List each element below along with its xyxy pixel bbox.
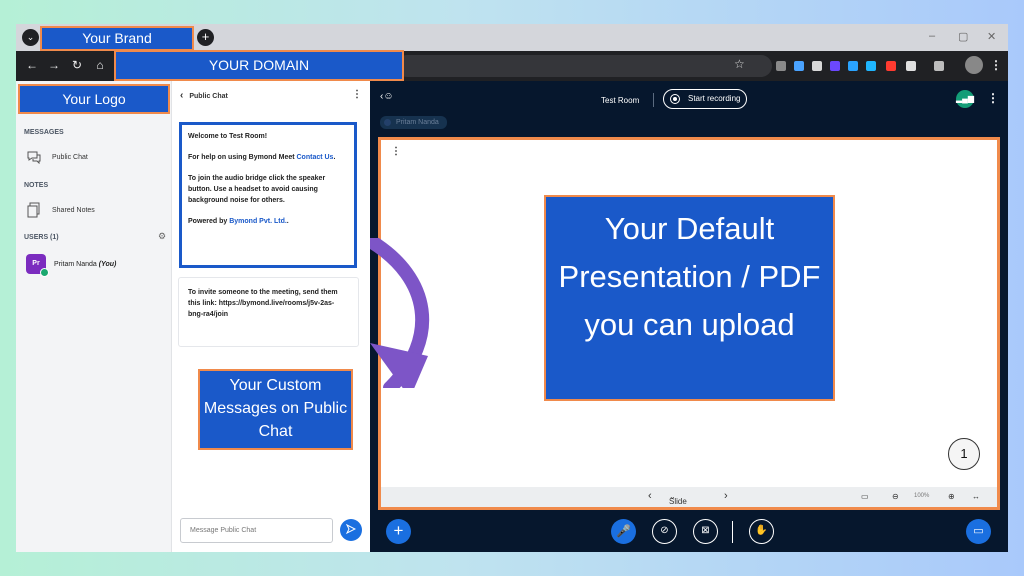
user-list-toggle-icon[interactable]: ‹☺ <box>380 91 394 102</box>
gear-icon[interactable]: ⚙ <box>158 231 166 242</box>
record-icon <box>670 94 680 104</box>
chat-input[interactable]: Message Public Chat <box>180 518 333 543</box>
talker-dot-icon <box>384 119 391 126</box>
chat-header[interactable]: ‹ Public Chat <box>180 90 228 101</box>
presentation-toolbar: ‹ Slide 1 ⌄ › ▭ ⊖ 100% ⊕ ↔ <box>381 487 997 507</box>
powered-link[interactable]: Bymond Pvt. Ltd. <box>229 218 287 225</box>
extension-icon[interactable] <box>906 61 916 71</box>
talker-name: Pritam Nanda <box>396 119 439 126</box>
browser-menu-icon[interactable]: ⋮ <box>988 58 1004 72</box>
presentation-area[interactable]: ⋮ Your Default Presentation / PDF you ca… <box>378 137 1000 510</box>
notes-icon <box>26 202 42 218</box>
talking-indicator: Pritam Nanda <box>380 116 447 129</box>
welcome-prefix: Welcome to <box>188 133 230 140</box>
logo: Your Logo <box>18 84 170 114</box>
reload-icon[interactable]: ↻ <box>69 58 85 72</box>
sidebar-item-public-chat[interactable]: Public Chat <box>26 149 88 165</box>
maximize-icon[interactable]: ▢ <box>958 30 968 43</box>
user-name-text: Pritam Nanda <box>54 261 97 268</box>
extension-icon[interactable] <box>830 61 840 71</box>
shared-notes-label: Shared Notes <box>52 206 95 214</box>
public-chat-label: Public Chat <box>52 153 88 161</box>
url-field[interactable] <box>396 55 772 77</box>
fit-width-icon[interactable]: ↔ <box>972 492 980 501</box>
powered-suffix: . <box>286 218 289 225</box>
user-name[interactable]: Pritam Nanda (You) <box>54 261 116 268</box>
screenshare-button[interactable]: ⊠ <box>693 519 718 544</box>
actions-plus-button[interactable]: + <box>386 519 411 544</box>
extension-icon[interactable] <box>886 61 896 71</box>
close-icon[interactable]: ✕ <box>987 30 996 43</box>
welcome-suffix: ! <box>264 133 268 140</box>
extension-icon[interactable] <box>866 61 876 71</box>
next-slide-icon[interactable]: › <box>724 490 728 502</box>
help-suffix: . <box>333 154 336 161</box>
zoom-out-icon[interactable]: ⊖ <box>892 492 899 501</box>
plus-icon[interactable]: + <box>197 29 214 46</box>
zoom-level: 100% <box>914 493 930 499</box>
raise-hand-button[interactable]: ✋ <box>749 519 774 544</box>
welcome-message: Welcome to Test Room! For help on using … <box>179 122 357 268</box>
meeting-area: ‹☺ Test Room Start recording ▂▄▆ ⋮ Prita… <box>370 81 1008 552</box>
options-menu-icon[interactable]: ⋮ <box>987 91 999 105</box>
connection-status-icon[interactable]: ▂▄▆ <box>956 90 974 108</box>
browser-window: ⌄ Your Brand + – ▢ ✕ ← → ↻ ⌂ ☆ ⋮ YOUR DO… <box>16 24 1008 552</box>
back-icon[interactable]: ← <box>24 58 40 72</box>
header-divider <box>653 93 654 107</box>
start-recording-button[interactable]: Start recording <box>663 89 747 109</box>
camera-button[interactable]: ⊘ <box>652 519 677 544</box>
notes-heading: NOTES <box>24 182 49 189</box>
extension-icon[interactable] <box>848 61 858 71</box>
zoom-in-icon[interactable]: ⊕ <box>948 492 955 501</box>
room-name: Test Room <box>601 96 640 105</box>
you-label: (You) <box>98 261 117 268</box>
forward-icon[interactable]: → <box>46 58 62 72</box>
domain-box: YOUR DOMAIN <box>114 50 404 81</box>
chat-options-icon[interactable]: ⋮ <box>352 89 362 100</box>
users-heading: USERS (1) <box>24 234 59 241</box>
custom-messages-box: Your Custom Messages on Public Chat <box>198 369 353 450</box>
chat-panel: ‹ Public Chat ⋮ Welcome to Test Room! For… <box>172 81 370 552</box>
audio-text: To join the audio bridge click the speak… <box>188 175 326 204</box>
avatar[interactable]: Pr <box>26 254 49 277</box>
presentation-options-icon[interactable]: ⋮ <box>391 146 401 157</box>
contact-us-link[interactable]: Contact Us <box>297 154 334 161</box>
record-label: Start recording <box>688 94 741 103</box>
home-icon[interactable]: ⌂ <box>92 58 108 72</box>
brand-tab[interactable]: Your Brand <box>40 26 194 51</box>
extension-icon[interactable] <box>812 61 822 71</box>
messages-heading: MESSAGES <box>24 129 64 136</box>
prev-slide-icon[interactable]: ‹ <box>648 490 652 502</box>
extension-icon[interactable] <box>776 61 786 71</box>
send-icon <box>345 524 357 535</box>
bookmark-star-icon[interactable]: ☆ <box>734 57 745 71</box>
default-presentation-box: Your Default Presentation / PDF you can … <box>544 195 835 401</box>
slide-selector-label: Slide 1 <box>669 497 687 507</box>
chat-bubble-icon <box>26 149 42 165</box>
help-text: For help on using Bymond Meet <box>188 154 297 161</box>
tab-strip: ⌄ Your Brand + – ▢ ✕ <box>16 24 1008 51</box>
welcome-room: Test Room <box>229 133 265 140</box>
extension-icon[interactable] <box>794 61 804 71</box>
sidebar: Your Logo MESSAGES Public Chat NOTES Sha… <box>16 81 172 552</box>
chevron-down-icon[interactable]: ⌄ <box>22 29 39 46</box>
presence-icon <box>40 268 49 277</box>
layout-button[interactable]: ▭ <box>966 519 991 544</box>
slide-selector[interactable]: Slide 1 ⌄ <box>669 492 687 507</box>
microphone-button[interactable]: 🎤 <box>611 519 636 544</box>
invite-message: To invite someone to the meeting, send t… <box>178 277 359 347</box>
chevron-left-icon[interactable]: ‹ <box>180 90 183 101</box>
profile-icon[interactable] <box>965 56 983 74</box>
sidebar-item-shared-notes[interactable]: Shared Notes <box>26 202 95 218</box>
send-button[interactable] <box>340 519 362 541</box>
extension-icon[interactable] <box>934 61 944 71</box>
powered-text: Powered by <box>188 218 230 225</box>
action-divider <box>732 521 733 543</box>
chat-title: Public Chat <box>189 93 228 100</box>
avatar-initials: Pr <box>32 260 40 267</box>
annotations-icon[interactable]: ▭ <box>861 492 869 501</box>
slide-number: 1 <box>948 438 980 470</box>
minimize-icon[interactable]: – <box>929 30 935 42</box>
action-bar: + 🎤 ⊘ ⊠ ✋ ▭ <box>370 515 1008 552</box>
